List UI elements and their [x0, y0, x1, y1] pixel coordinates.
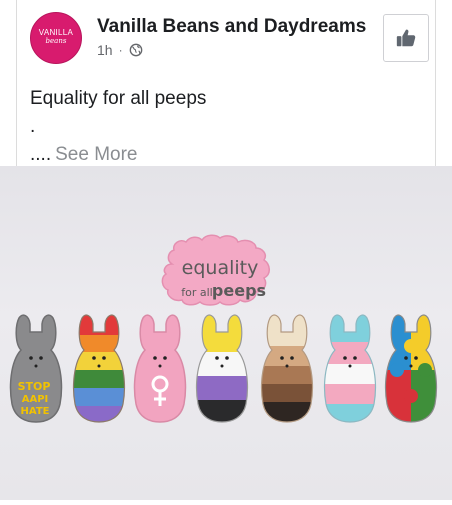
post-time[interactable]: 1h	[97, 42, 113, 58]
globe-icon	[129, 43, 142, 57]
plaque-text-1: equality	[182, 257, 259, 279]
peep-text-aapi: AAPI	[22, 394, 49, 405]
post-photo[interactable]: equality for all peeps STOP AAPI HATE	[0, 166, 452, 500]
post-text-line: Equality for all peeps	[30, 88, 207, 109]
page-avatar[interactable]: VANILLA beans	[30, 12, 82, 64]
peep-text-stop: STOP	[18, 380, 51, 393]
peep-cookie-stop-aapi-hate: STOP AAPI HATE	[9, 314, 63, 423]
post-text: Equality for all peeps . .... See More	[30, 85, 206, 169]
peep-cookie-puzzle	[384, 314, 438, 423]
peep-cookie-skin-tones	[260, 314, 314, 423]
post-text-line: .	[30, 116, 36, 137]
thumbs-up-icon	[396, 29, 416, 47]
avatar-text-1: VANILLA	[38, 28, 74, 37]
plaque-text-3: peeps	[212, 281, 266, 300]
meta-separator: ·	[118, 43, 123, 57]
peep-cookie-nonbinary	[195, 314, 249, 423]
equality-plaque-cookie: equality for all peeps	[161, 234, 270, 306]
peep-cookie-trans	[323, 314, 377, 423]
post-text-line: .... See More	[30, 141, 206, 169]
plaque-text-2: for all	[181, 286, 212, 299]
peep-cookie-pink	[133, 314, 187, 423]
peep-cookie-rainbow	[72, 314, 126, 423]
cookies-image: equality for all peeps STOP AAPI HATE	[9, 234, 438, 423]
avatar-text-2: beans	[45, 37, 67, 45]
page-name-link[interactable]: Vanilla Beans and Daydreams	[97, 16, 366, 38]
like-button[interactable]	[383, 14, 429, 62]
peep-text-hate: HATE	[21, 406, 50, 417]
post-meta: 1h ·	[97, 42, 143, 58]
post-text-ellipsis: ....	[30, 144, 52, 165]
see-more-link[interactable]: See More	[55, 144, 137, 165]
